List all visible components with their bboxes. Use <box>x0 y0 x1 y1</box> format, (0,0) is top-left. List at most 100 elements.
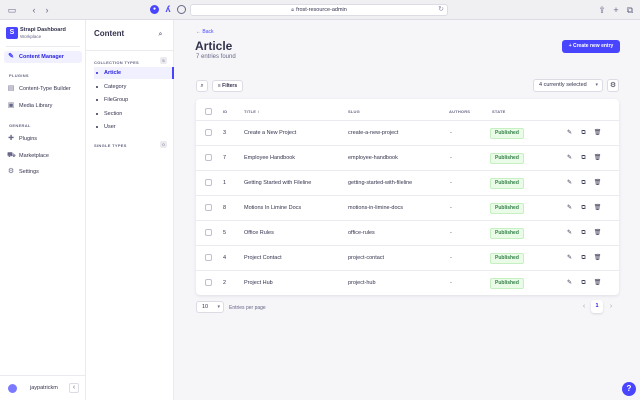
search-icon[interactable]: ⌕ <box>155 29 166 40</box>
table-row[interactable]: 4 Project Contact project-contact - Publ… <box>196 245 619 270</box>
nav-item-plugins[interactable]: ✚ Plugins <box>4 133 82 145</box>
cell-id: 8 <box>223 205 227 211</box>
table-row[interactable]: 3 Create a New Project create-a-new-proj… <box>196 120 619 145</box>
single-types-heading: SINGLE TYPES <box>94 143 127 148</box>
edit-icon[interactable]: ✎ <box>565 179 574 188</box>
duplicate-icon[interactable]: ⧉ <box>579 229 588 238</box>
single-count-badge: 0 <box>160 141 167 148</box>
cell-slug: employee-handbook <box>348 155 398 161</box>
sidebar-icon[interactable]: ▭ <box>6 4 18 16</box>
nav-item-content-manager[interactable]: ✎ Content Manager <box>4 51 82 63</box>
entries-per-page-select[interactable]: 10 ▾ <box>196 301 224 313</box>
columns-select[interactable]: 4 currently selected ▾ <box>533 79 603 92</box>
duplicate-icon[interactable]: ⧉ <box>579 279 588 288</box>
table-row[interactable]: 8 Motions In Limine Docs motions-in-limi… <box>196 195 619 220</box>
nav-item-label: Content-Type Builder <box>19 86 71 92</box>
reload-icon[interactable]: ↻ <box>438 5 444 15</box>
url-text: frost-resource-admin <box>296 7 347 13</box>
column-header-title[interactable]: TITLE ↕ <box>244 109 260 114</box>
privacy-shield-icon[interactable] <box>177 5 186 14</box>
forward-icon[interactable]: › <box>41 4 53 16</box>
address-bar[interactable]: 🔒︎ frost-resource-admin ↻ <box>190 4 448 16</box>
duplicate-icon[interactable]: ⧉ <box>579 204 588 213</box>
edit-icon[interactable]: ✎ <box>565 254 574 263</box>
nav-section-general: GENERAL <box>9 123 31 128</box>
list-settings-button[interactable]: ⚙ <box>607 79 619 92</box>
help-button[interactable]: ? <box>622 382 636 396</box>
extension-icon[interactable]: ● <box>150 5 159 14</box>
gear-icon: ⚙ <box>7 168 15 175</box>
nav-item-settings[interactable]: ⚙ Settings <box>4 166 82 178</box>
table-row[interactable]: 5 Office Rules office-rules - Published … <box>196 220 619 245</box>
image-icon: ▣ <box>7 102 15 109</box>
next-page-icon[interactable]: › <box>607 302 615 312</box>
trash-icon[interactable]: 🗑︎ <box>593 179 602 188</box>
cell-slug: project-contact <box>348 255 385 261</box>
column-header-state[interactable]: STATE <box>492 109 506 114</box>
edit-icon[interactable]: ✎ <box>565 204 574 213</box>
cell-id: 5 <box>223 230 227 236</box>
trash-icon[interactable]: 🗑︎ <box>593 154 602 163</box>
user-profile[interactable]: jaypatrickm ‹ <box>0 375 86 400</box>
entries-count: 7 entries found <box>196 54 236 60</box>
edit-icon[interactable]: ✎ <box>565 129 574 138</box>
duplicate-icon[interactable]: ⧉ <box>579 154 588 163</box>
previous-page-icon[interactable]: ‹ <box>580 302 588 312</box>
table-row[interactable]: 1 Getting Started with Fileline getting-… <box>196 170 619 195</box>
page-number[interactable]: 1 <box>591 300 603 313</box>
nav-item-media-library[interactable]: ▣ Media Library <box>4 100 82 112</box>
trash-icon[interactable]: 🗑︎ <box>593 129 602 138</box>
edit-icon[interactable]: ✎ <box>565 229 574 238</box>
collection-types-heading: COLLECTION TYPES <box>94 60 140 65</box>
column-header-slug[interactable]: SLUG <box>348 109 360 114</box>
select-all-checkbox[interactable] <box>205 108 212 115</box>
row-checkbox[interactable] <box>205 254 212 261</box>
subnav-item-label: FileGroup <box>104 97 129 103</box>
back-icon[interactable]: ‹ <box>28 4 40 16</box>
subnav-item-category[interactable]: Category <box>94 81 174 93</box>
share-icon[interactable]: ⇪ <box>596 4 608 16</box>
trash-icon[interactable]: 🗑︎ <box>593 229 602 238</box>
filters-button[interactable]: ≡ Filters <box>212 80 243 92</box>
back-link[interactable]: ← Back <box>196 29 214 35</box>
create-label: Create new entry <box>573 43 614 49</box>
row-checkbox[interactable] <box>205 279 212 286</box>
subnav-item-filegroup[interactable]: FileGroup <box>94 94 174 106</box>
table-row[interactable]: 7 Employee Handbook employee-handbook - … <box>196 145 619 170</box>
subnav-item-user[interactable]: User <box>94 121 174 133</box>
tabs-icon[interactable]: ⧉ <box>624 4 636 16</box>
trash-icon[interactable]: 🗑︎ <box>593 279 602 288</box>
avatar <box>8 384 17 393</box>
nav-item-content-type-builder[interactable]: ▤ Content-Type Builder <box>4 83 82 95</box>
content-subnav: Content ⌕ COLLECTION TYPES 5 Article Cat… <box>86 20 174 400</box>
row-checkbox[interactable] <box>205 229 212 236</box>
column-header-id[interactable]: ID <box>223 109 227 114</box>
new-tab-icon[interactable]: + <box>610 4 622 16</box>
brand: S Strapi Dashboard Workplace <box>6 26 84 42</box>
trash-icon[interactable]: 🗑︎ <box>593 204 602 213</box>
create-new-entry-button[interactable]: + Create new entry <box>562 40 620 53</box>
cell-slug: motions-in-limine-docs <box>348 205 404 211</box>
subnav-item-section[interactable]: Section <box>94 108 174 120</box>
extension-icon[interactable]: ʎ <box>163 4 173 15</box>
table-row[interactable]: 2 Project Hub project-hub - Published ✎ … <box>196 270 619 295</box>
duplicate-icon[interactable]: ⧉ <box>579 254 588 263</box>
collection-count-badge: 5 <box>160 57 167 64</box>
subnav-item-article[interactable]: Article <box>94 67 174 79</box>
search-button[interactable]: ⌕ <box>196 80 208 92</box>
edit-icon[interactable]: ✎ <box>565 154 574 163</box>
row-checkbox[interactable] <box>205 179 212 186</box>
nav-item-marketplace[interactable]: ⛟ Marketplace <box>4 150 82 162</box>
trash-icon[interactable]: 🗑︎ <box>593 254 602 263</box>
column-header-authors[interactable]: AUTHORS <box>449 109 470 114</box>
duplicate-icon[interactable]: ⧉ <box>579 179 588 188</box>
row-checkbox[interactable] <box>205 204 212 211</box>
entries-per-page-label: Entries per page <box>229 305 266 311</box>
row-checkbox[interactable] <box>205 129 212 136</box>
collapse-nav-button[interactable]: ‹ <box>69 383 79 393</box>
duplicate-icon[interactable]: ⧉ <box>579 129 588 138</box>
row-checkbox[interactable] <box>205 154 212 161</box>
edit-icon[interactable]: ✎ <box>565 279 574 288</box>
brand-name: Strapi Dashboard <box>20 27 66 33</box>
page-title: Article <box>195 39 233 53</box>
